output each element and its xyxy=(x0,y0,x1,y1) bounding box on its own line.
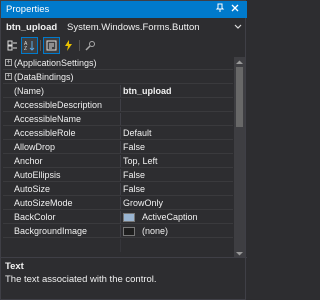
title-bar: Properties xyxy=(1,1,247,18)
property-row[interactable]: AccessibleName xyxy=(3,113,233,126)
property-name: BackgroundImage xyxy=(14,226,88,236)
property-name: AutoSize xyxy=(14,184,51,194)
color-swatch xyxy=(123,213,135,222)
property-pages-icon[interactable] xyxy=(83,38,98,53)
object-type: System.Windows.Forms.Button xyxy=(67,22,200,33)
property-value[interactable]: btn_upload xyxy=(123,86,172,96)
window-title: Properties xyxy=(6,4,50,15)
object-selector[interactable]: btn_upload System.Windows.Forms.Button xyxy=(3,19,245,36)
property-name: AllowDrop xyxy=(14,142,56,152)
properties-icon[interactable] xyxy=(43,37,60,54)
scrollbar-thumb[interactable] xyxy=(236,67,243,127)
categorized-icon[interactable] xyxy=(5,38,20,53)
property-name: AutoSizeMode xyxy=(14,198,73,208)
property-row[interactable]: BackgroundImage (none) xyxy=(3,225,233,238)
property-row[interactable]: AutoSize False xyxy=(3,183,233,196)
property-row[interactable]: AllowDrop False xyxy=(3,141,233,154)
property-row[interactable]: AutoEllipsis False xyxy=(3,169,233,182)
description-title: Text xyxy=(5,261,24,272)
scroll-down-icon[interactable] xyxy=(236,249,243,256)
chevron-down-icon[interactable] xyxy=(233,22,243,32)
property-row[interactable]: BackColor ActiveCaption xyxy=(3,211,233,224)
properties-toolbar: AZ xyxy=(1,37,247,55)
property-row-partial[interactable] xyxy=(3,239,233,252)
property-row[interactable]: AccessibleRole Default xyxy=(3,127,233,140)
property-name: AccessibleDescription xyxy=(14,100,103,110)
property-grid: + (ApplicationSettings) + (DataBindings)… xyxy=(3,57,233,257)
expand-icon[interactable]: + xyxy=(5,59,12,66)
description-text: The text associated with the control. xyxy=(5,274,157,285)
property-name: (ApplicationSettings) xyxy=(14,58,97,68)
properties-window: Properties btn_upload System.Windows.For… xyxy=(0,0,247,300)
image-swatch xyxy=(123,227,135,236)
property-name: Anchor xyxy=(14,156,43,166)
property-value[interactable]: ActiveCaption xyxy=(142,212,198,222)
close-icon[interactable] xyxy=(229,3,241,15)
property-value[interactable]: GrowOnly xyxy=(123,198,163,208)
toolbar-separator xyxy=(79,40,80,51)
property-name: (Name) xyxy=(14,86,45,96)
description-panel: Text The text associated with the contro… xyxy=(1,257,247,300)
property-row[interactable]: + (ApplicationSettings) xyxy=(3,57,233,70)
property-value[interactable]: False xyxy=(123,142,145,152)
svg-text:Z: Z xyxy=(24,46,27,51)
property-row[interactable]: AccessibleDescription xyxy=(3,99,233,112)
property-value[interactable]: Top, Left xyxy=(123,156,158,166)
property-row[interactable]: + (DataBindings) xyxy=(3,71,233,84)
property-name: (DataBindings) xyxy=(14,72,74,82)
property-value[interactable]: Default xyxy=(123,128,152,138)
property-name: AutoEllipsis xyxy=(14,170,61,180)
property-name: AccessibleRole xyxy=(14,128,76,138)
property-value[interactable]: False xyxy=(123,170,145,180)
events-icon[interactable] xyxy=(61,38,76,53)
property-value[interactable]: False xyxy=(123,184,145,194)
property-row[interactable]: AutoSizeMode GrowOnly xyxy=(3,197,233,210)
alphabetical-icon[interactable]: AZ xyxy=(21,37,38,54)
property-value[interactable]: (none) xyxy=(142,226,168,236)
scroll-up-icon[interactable] xyxy=(236,58,243,65)
object-name: btn_upload xyxy=(6,22,58,33)
vertical-scrollbar[interactable] xyxy=(234,57,245,257)
property-row[interactable]: Anchor Top, Left xyxy=(3,155,233,168)
property-name: AccessibleName xyxy=(14,114,82,124)
expand-icon[interactable]: + xyxy=(5,73,12,80)
property-row[interactable]: (Name) btn_upload xyxy=(3,85,233,98)
property-name: BackColor xyxy=(14,212,56,222)
toolbar-separator xyxy=(40,40,41,51)
pin-icon[interactable] xyxy=(214,3,226,15)
